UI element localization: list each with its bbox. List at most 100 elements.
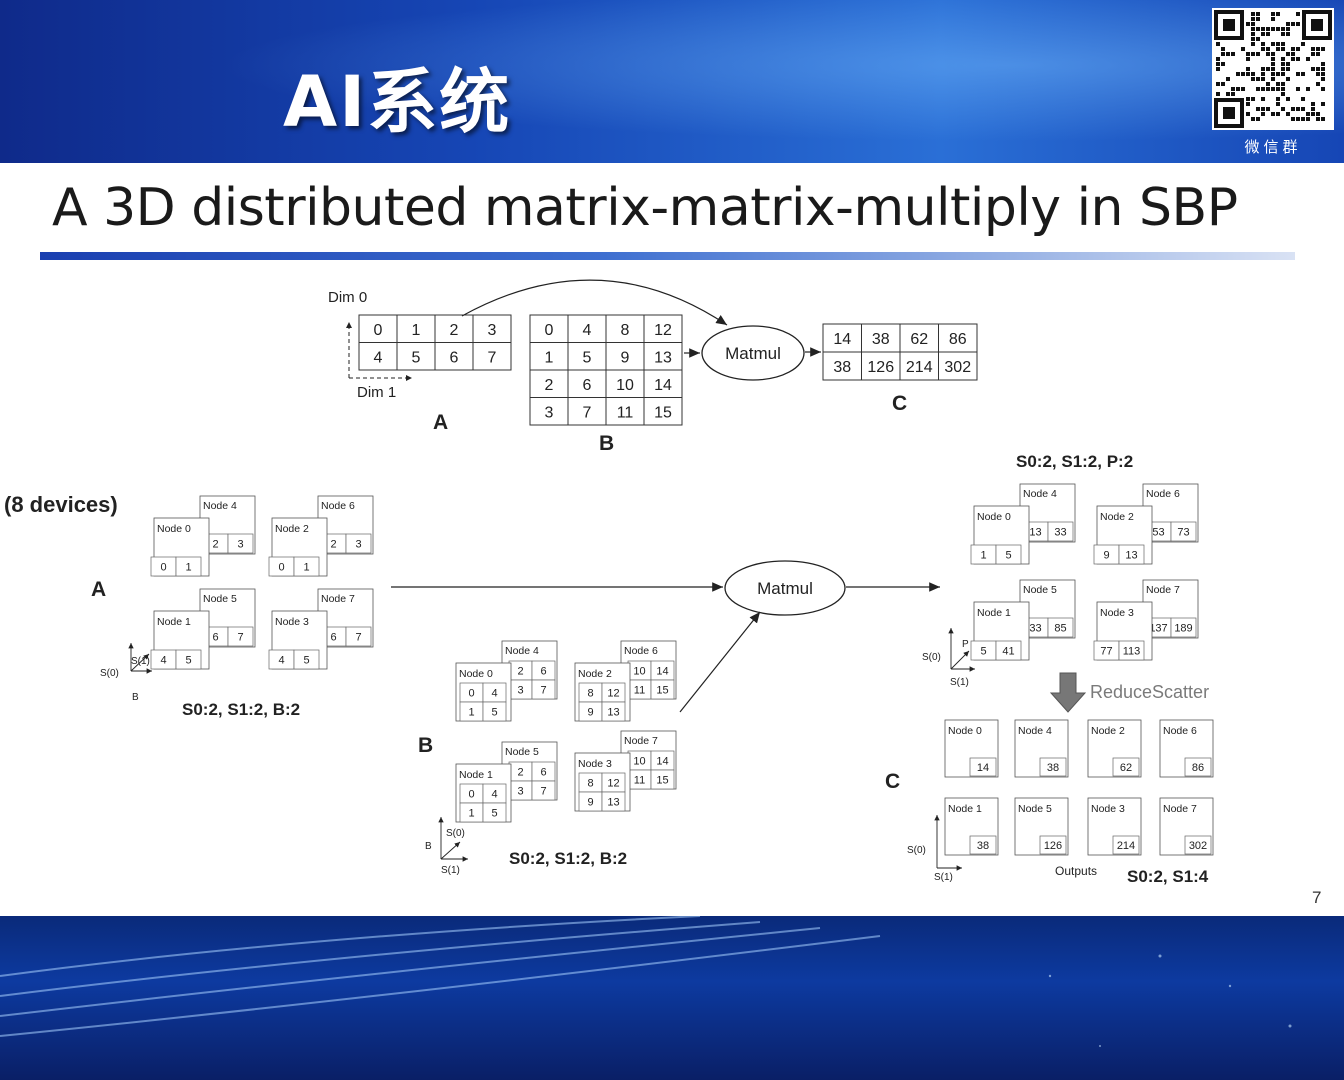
node-label: Node 4 (1023, 488, 1057, 500)
node-value: 2 (517, 666, 523, 678)
node-value: 73 (1177, 527, 1189, 539)
node-value: 13 (1029, 527, 1041, 539)
matrix-cell-value: 1 (412, 322, 421, 339)
matrix-cell-value: 302 (944, 359, 971, 376)
matrix-cell-value: 10 (616, 377, 634, 394)
matrix-cell-value: 5 (412, 349, 421, 366)
node-value: 1 (303, 562, 309, 574)
c-axis-s1: S(1) (950, 677, 969, 688)
matrix-c: 14 38 62 86 38 126 214 302 (822, 323, 978, 381)
matrix-cell-value: 5 (583, 349, 592, 366)
node-value: 4 (278, 655, 284, 667)
node-value: 6 (330, 632, 336, 644)
node-value: 41 (1002, 646, 1014, 658)
node-label: Node 5 (505, 746, 539, 758)
c-axis-p: P (962, 639, 969, 650)
matrix-cell-value: 7 (583, 404, 592, 421)
b-axis-b: B (425, 841, 432, 852)
node-value: 7 (355, 632, 361, 644)
node-value: 5 (1005, 550, 1011, 562)
output-axis-s1: S(1) (934, 872, 953, 883)
node-value: 2 (212, 539, 218, 551)
matrix-cell-value: 0 (545, 322, 554, 339)
node-value: 14 (656, 666, 668, 678)
node-label: Node 4 (1018, 725, 1052, 737)
node-label: Node 1 (948, 803, 982, 815)
node-value: 2 (517, 767, 523, 779)
node-label: Node 4 (203, 500, 237, 512)
node-label: Node 6 (1163, 725, 1197, 737)
node-value: 3 (517, 685, 523, 697)
node-value: 5 (303, 655, 309, 667)
b-axis-s1: S(1) (441, 865, 460, 876)
top-label-c: C (892, 392, 907, 415)
c-axis-s0: S(0) (922, 652, 941, 663)
c-output-nodes: Node 0 14 Node 4 38 Node 2 62 Node 6 86 Node 1 38… (944, 719, 1214, 856)
node-value: 33 (1054, 527, 1066, 539)
node-value: 7 (540, 786, 546, 798)
matrix-a: 0 1 2 3 4 5 6 7 (358, 314, 512, 371)
node-value: 6 (212, 632, 218, 644)
matrix-cell-value: 38 (833, 359, 851, 376)
node-value: 9 (587, 797, 593, 809)
b-to-matmul-bottom-arrow (679, 611, 761, 713)
bottom-label-c: C (885, 770, 900, 793)
bottom-matmul-label: Matmul (757, 579, 813, 598)
node-label: Node 0 (459, 668, 493, 680)
a-node-groups: Node 4 2 3 Node 0 0 1 Node 6 2 3 Node 2 0 1 Node 5 6 7… (150, 495, 374, 670)
matrix-cell-value: 1 (545, 349, 554, 366)
node-value: 13 (607, 707, 619, 719)
b-axis-indicator: S(0) B S(1) (425, 817, 468, 876)
a-axis-b: B (132, 692, 139, 703)
node-value: 12 (607, 688, 619, 700)
matrix-cell-value: 4 (583, 322, 592, 339)
node-value: 38 (977, 840, 989, 852)
node-value: 5 (491, 707, 497, 719)
node-value: 62 (1120, 762, 1132, 774)
node-value: 53 (1152, 527, 1164, 539)
node-label: Node 3 (275, 616, 309, 628)
node-label: Node 0 (948, 725, 982, 737)
matrix-cell-value: 214 (906, 359, 933, 376)
node-value: 0 (468, 688, 474, 700)
node-value: 4 (160, 655, 166, 667)
node-value: 9 (1103, 550, 1109, 562)
page-number: 7 (1312, 888, 1322, 907)
node-value: 5 (185, 655, 191, 667)
node-value: 6 (540, 666, 546, 678)
node-value: 13 (607, 797, 619, 809)
node-value: 302 (1189, 840, 1207, 852)
c-partial-sbp-label: S0:2, S1:2, P:2 (1016, 452, 1133, 471)
a-axis-s1: S(1) (131, 656, 150, 667)
matrix-cell-value: 11 (617, 404, 634, 421)
node-value: 8 (587, 688, 593, 700)
node-value: 3 (517, 786, 523, 798)
node-value: 113 (1123, 646, 1141, 658)
c-partial-axis-indicator: S(0) P S(1) (922, 628, 975, 688)
node-value: 15 (656, 775, 668, 787)
node-value: 9 (587, 707, 593, 719)
node-label: Node 6 (1146, 488, 1180, 500)
node-value: 10 (633, 756, 645, 768)
node-label: Node 5 (203, 593, 237, 605)
b-sbp-label: S0:2, S1:2, B:2 (509, 849, 627, 868)
node-value: 2 (330, 539, 336, 551)
node-value: 7 (237, 632, 243, 644)
matrix-cell-value: 6 (450, 349, 459, 366)
node-value: 14 (656, 756, 668, 768)
node-label: Node 7 (1146, 584, 1180, 596)
node-label: Node 7 (321, 593, 355, 605)
a-sbp-label: S0:2, S1:2, B:2 (182, 700, 300, 719)
matrix-cell-value: 38 (872, 331, 890, 348)
matrix-cell-value: 3 (488, 322, 497, 339)
node-value: 7 (540, 685, 546, 697)
matrix-cell-value: 62 (910, 331, 928, 348)
b-node-groups: Node 42 63 7Node 00 41 5Node 610 1411 15Node 2… (455, 640, 677, 823)
node-label: Node 0 (157, 523, 191, 535)
reducescatter-arrow (1049, 672, 1087, 713)
node-label: Node 1 (459, 769, 493, 781)
node-value: 4 (491, 688, 497, 700)
matrix-cell-value: 15 (654, 404, 672, 421)
node-label: Node 3 (1100, 607, 1134, 619)
node-label: Node 5 (1018, 803, 1052, 815)
